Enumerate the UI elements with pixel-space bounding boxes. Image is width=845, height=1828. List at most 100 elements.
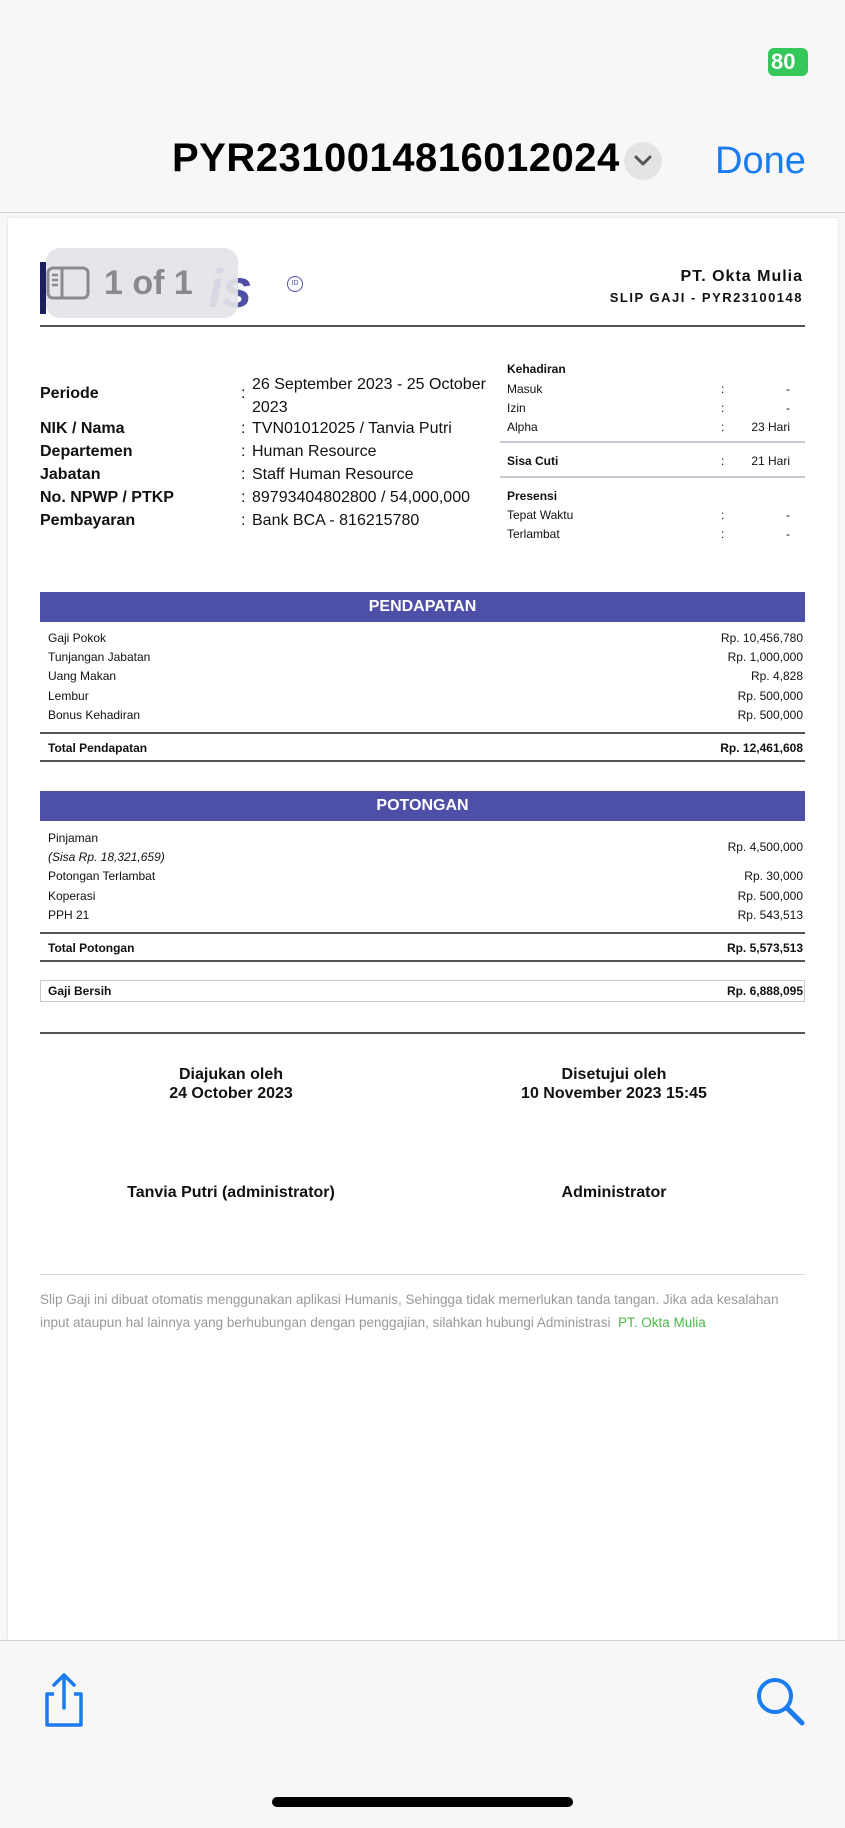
gaji-bersih-label: Gaji Bersih <box>48 984 112 998</box>
pendapatan-label: Tunjangan Jabatan <box>48 650 151 664</box>
approved-by-name: Administrator <box>561 1184 667 1201</box>
page-indicator-button[interactable]: 1 of 1 <box>46 248 238 318</box>
sisa-cuti-value: 21 Hari <box>751 454 790 468</box>
potongan-sub-note: (Sisa Rp. 18,321,659) <box>48 850 165 864</box>
potongan-label: Koperasi <box>48 889 96 903</box>
total-potongan-value: Rp. 5,573,513 <box>726 941 803 955</box>
colon: : <box>721 527 725 541</box>
share-button[interactable] <box>40 1672 88 1728</box>
pendapatan-heading: PENDAPATAN <box>40 592 805 622</box>
pendapatan-value: Rp. 500,000 <box>737 689 803 703</box>
kehadiran-value-masuk: - <box>786 382 790 396</box>
potongan-label: PPH 21 <box>48 908 90 922</box>
kehadiran-heading: Kehadiran <box>507 362 566 376</box>
total-divider <box>40 732 805 734</box>
employee-label-departemen: Departemen <box>40 443 133 460</box>
done-button[interactable]: Done <box>715 140 806 183</box>
colon: : <box>241 420 246 437</box>
employee-value-npwp: 89793404802800 / 54,000,000 <box>252 489 470 506</box>
colon: : <box>721 382 725 396</box>
document-title: PYR2310014816012024 <box>172 136 620 180</box>
presensi-value-terlambat: - <box>786 527 790 541</box>
colon: : <box>241 385 246 402</box>
total-divider <box>40 760 805 762</box>
sidebar-icon <box>46 266 90 300</box>
approved-date: 10 November 2023 15:45 <box>521 1085 707 1102</box>
kehadiran-label-alpha: Alpha <box>507 420 538 434</box>
employee-label-periode: Periode <box>40 385 99 402</box>
employee-value-periode: 26 September 2023 - 25 October 2023 <box>252 376 486 416</box>
logo-badge: ID <box>287 276 303 292</box>
presensi-label-terlambat: Terlambat <box>507 527 560 541</box>
employee-label-nik: NIK / Nama <box>40 420 125 437</box>
colon: : <box>241 466 246 483</box>
page-indicator-label: 1 of 1 <box>104 263 193 302</box>
total-divider <box>40 960 805 962</box>
potongan-heading: POTONGAN <box>40 791 805 821</box>
presensi-value-tepat-waktu: - <box>786 508 790 522</box>
employee-value-departemen: Human Resource <box>252 443 377 460</box>
total-pendapatan-value: Rp. 12,461,608 <box>720 741 803 755</box>
employee-value-jabatan: Staff Human Resource <box>252 466 414 483</box>
potongan-value: Rp. 4,500,000 <box>727 840 803 854</box>
colon: : <box>241 443 246 460</box>
total-pendapatan-label: Total Pendapatan <box>48 741 148 755</box>
signature-divider <box>40 1032 805 1034</box>
net-salary-box <box>40 980 805 1002</box>
submitted-by-title: Diajukan oleh <box>178 1066 284 1083</box>
company-name: PT. Okta Mulia <box>680 268 803 285</box>
employee-value-pembayaran: Bank BCA - 816215780 <box>252 512 420 529</box>
employee-label-jabatan: Jabatan <box>40 466 101 483</box>
footer-note: Slip Gaji ini dibuat otomatis menggunaka… <box>40 1288 810 1334</box>
letterhead-divider <box>40 325 805 327</box>
presensi-label-tepat-waktu: Tepat Waktu <box>507 508 574 522</box>
slip-id: SLIP GAJI - PYR23100148 <box>609 290 803 305</box>
sisa-cuti-label: Sisa Cuti <box>507 454 559 468</box>
approved-by-title: Disetujui oleh <box>561 1066 667 1083</box>
potongan-value: Rp. 30,000 <box>744 869 803 883</box>
potongan-value: Rp. 543,513 <box>737 908 803 922</box>
footer-company-link: PT. Okta Mulia <box>617 1315 706 1330</box>
colon: : <box>721 508 725 522</box>
pendapatan-label: Bonus Kehadiran <box>48 708 141 722</box>
search-button[interactable] <box>754 1675 806 1727</box>
chevron-down-icon <box>634 155 652 166</box>
battery-level: 80 <box>771 49 796 74</box>
kehadiran-label-masuk: Masuk <box>507 382 543 396</box>
submitted-by-name: Tanvia Putri (administrator) <box>127 1184 335 1201</box>
pendapatan-value: Rp. 4,828 <box>750 669 803 683</box>
share-icon <box>45 1673 83 1727</box>
pendapatan-value: Rp. 1,000,000 <box>727 650 803 664</box>
pendapatan-value: Rp. 500,000 <box>737 708 803 722</box>
potongan-value: Rp. 500,000 <box>737 889 803 903</box>
footer-divider <box>40 1274 805 1275</box>
submitted-date: 24 October 2023 <box>169 1085 293 1102</box>
battery-indicator: 80 <box>768 48 808 76</box>
colon: : <box>721 420 725 434</box>
kehadiran-label-izin: Izin <box>507 401 526 415</box>
attendance-divider <box>500 441 805 443</box>
home-indicator[interactable] <box>272 1797 573 1807</box>
kehadiran-value-izin: - <box>786 401 790 415</box>
total-divider <box>40 932 805 934</box>
colon: : <box>721 454 725 468</box>
colon: : <box>721 401 725 415</box>
potongan-label: Pinjaman <box>48 831 99 845</box>
header-divider <box>0 212 845 213</box>
employee-label-npwp: No. NPWP / PTKP <box>40 489 174 506</box>
potongan-label: Potongan Terlambat <box>48 869 156 883</box>
employee-value-nik: TVN01012025 / Tanvia Putri <box>252 420 452 437</box>
pendapatan-label: Uang Makan <box>48 669 117 683</box>
title-menu-button[interactable] <box>624 142 662 180</box>
pendapatan-value: Rp. 10,456,780 <box>720 631 803 645</box>
colon: : <box>241 512 246 529</box>
pendapatan-label: Lembur <box>48 689 89 703</box>
colon: : <box>241 489 246 506</box>
total-potongan-label: Total Potongan <box>48 941 135 955</box>
employee-label-pembayaran: Pembayaran <box>40 512 136 529</box>
submitted-by-block: Diajukan oleh 24 October 2023 <box>81 1065 381 1103</box>
pendapatan-label: Gaji Pokok <box>48 631 107 645</box>
attendance-divider <box>500 476 805 478</box>
search-icon <box>757 1678 805 1726</box>
kehadiran-value-alpha: 23 Hari <box>751 420 790 434</box>
